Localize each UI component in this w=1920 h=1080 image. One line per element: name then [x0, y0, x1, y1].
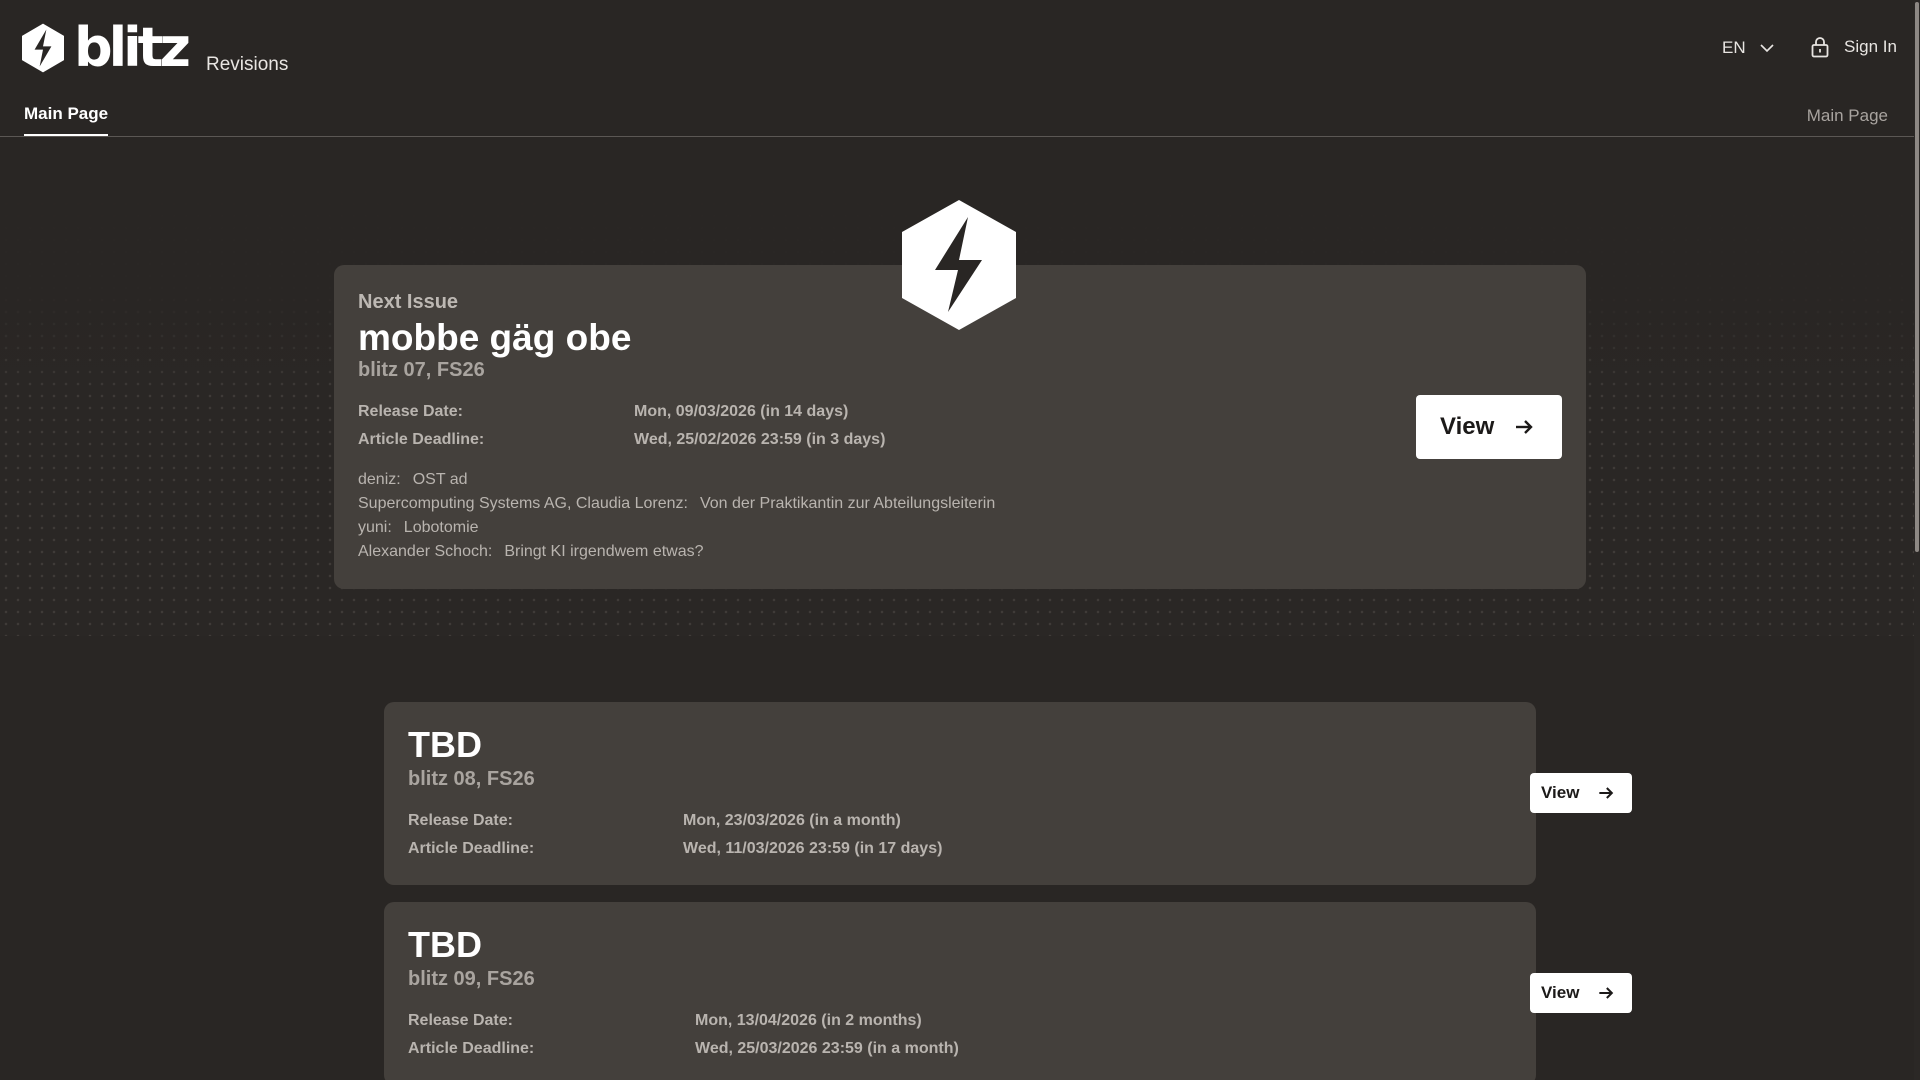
issue-subtitle: blitz 09, FS26: [408, 968, 535, 990]
contribution-title: Bringt KI irgendwem etwas?: [504, 543, 704, 560]
contribution-item: yuni: Lobotomie: [358, 519, 479, 537]
breadcrumb: Main Page: [1806, 106, 1888, 125]
issue-card: TBD blitz 09, FS26 Release Date: Mon, 13…: [384, 902, 1632, 1080]
nav-revisions[interactable]: Revisions: [206, 54, 288, 76]
article-deadline-value: Wed, 11/03/2026 23:59 (in 17 days): [683, 840, 943, 857]
contribution-item: Alexander Schoch: Bringt KI irgendwem etw…: [358, 543, 704, 561]
contribution-author: yuni:: [358, 519, 392, 536]
release-date-value: Mon, 09/03/2026 (in 14 days): [634, 403, 849, 420]
release-date-label: Release Date:: [408, 1012, 513, 1029]
language-select[interactable]: EN: [1722, 38, 1776, 58]
scrollbar-thumb[interactable]: [1915, 2, 1919, 552]
sign-in-label: Sign In: [1844, 37, 1897, 56]
article-deadline-value: Wed, 25/03/2026 23:59 (in a month): [695, 1040, 959, 1057]
page-scrollbar[interactable]: [1914, 0, 1920, 1080]
next-issue-title: mobbe gäg obe: [358, 317, 632, 358]
arrow-right-icon: [1599, 787, 1614, 799]
view-button-label: View: [1541, 783, 1580, 802]
language-label: EN: [1722, 38, 1746, 57]
view-next-issue-button[interactable]: View: [1416, 395, 1562, 459]
sign-in-button[interactable]: Sign In: [1810, 36, 1897, 58]
issue-title: TBD: [408, 724, 482, 765]
contribution-title: Lobotomie: [403, 519, 479, 536]
view-button-label: View: [1541, 983, 1580, 1002]
arrow-right-icon: [1599, 987, 1614, 999]
contribution-title: OST ad: [412, 471, 468, 488]
issue-card: TBD blitz 08, FS26 Release Date: Mon, 23…: [384, 702, 1632, 885]
view-issue-button[interactable]: View: [1530, 773, 1632, 813]
tab-main-page[interactable]: Main Page: [24, 104, 109, 136]
blitz-emblem-icon: [902, 200, 1016, 330]
view-button-label: View: [1440, 413, 1495, 440]
article-deadline-label: Article Deadline:: [408, 840, 535, 857]
blitz-logo-icon: [22, 23, 64, 73]
lock-icon: [1811, 37, 1829, 58]
next-issue-subtitle: blitz 07, FS26: [358, 359, 485, 381]
release-date-label: Release Date:: [408, 812, 513, 829]
contribution-title: Von der Praktikantin zur Abteilungsleite…: [699, 495, 996, 512]
arrow-right-icon: [1516, 420, 1533, 434]
contribution-item: deniz: OST ad: [358, 471, 468, 489]
next-issue-kicker: Next Issue: [358, 291, 459, 313]
logo-wordmark: blitz: [74, 16, 191, 79]
release-date-label: Release Date:: [358, 403, 463, 420]
issue-title: TBD: [408, 924, 482, 965]
article-deadline-value: Wed, 25/02/2026 23:59 (in 3 days): [634, 431, 886, 448]
contribution-author: Supercomputing Systems AG, Claudia Loren…: [358, 495, 688, 512]
contribution-author: deniz:: [358, 471, 401, 488]
release-date-value: Mon, 23/03/2026 (in a month): [683, 812, 901, 829]
blitz-logo[interactable]: blitz: [22, 16, 191, 79]
view-issue-button[interactable]: View: [1530, 973, 1632, 1013]
top-header: blitz Revisions EN Sign In Main Page Mai…: [0, 0, 1920, 137]
article-deadline-label: Article Deadline:: [358, 431, 485, 448]
article-deadline-label: Article Deadline:: [408, 1040, 535, 1057]
chevron-down-icon: [1760, 44, 1774, 53]
issue-subtitle: blitz 08, FS26: [408, 768, 535, 790]
release-date-value: Mon, 13/04/2026 (in 2 months): [695, 1012, 922, 1029]
contribution-author: Alexander Schoch:: [358, 543, 493, 560]
contribution-item: Supercomputing Systems AG, Claudia Loren…: [358, 495, 995, 513]
